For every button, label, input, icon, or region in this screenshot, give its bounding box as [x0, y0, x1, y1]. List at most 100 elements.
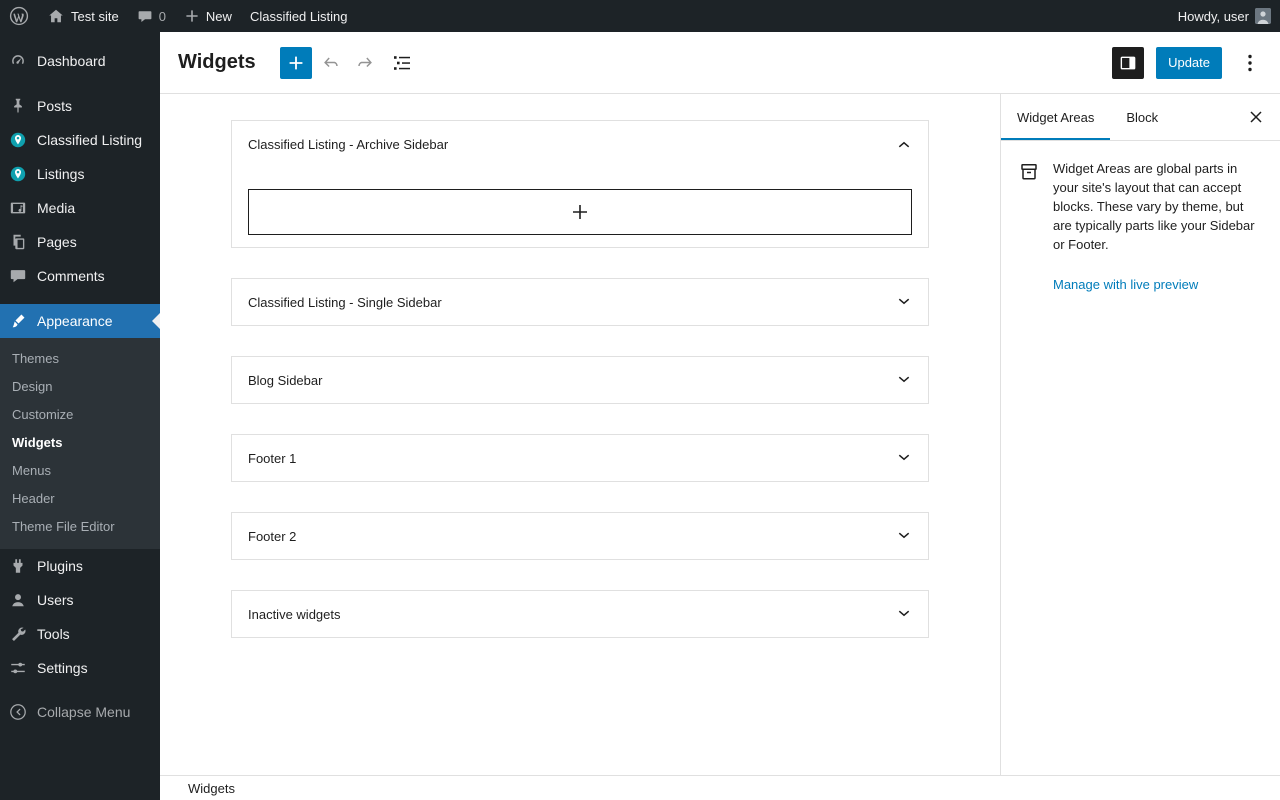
site-name-menu[interactable]: Test site — [38, 0, 128, 32]
admin-bar-right: Howdy, user — [1169, 0, 1280, 32]
menu-separator — [0, 293, 160, 304]
editor-main: Widgets — [160, 32, 1280, 800]
classified-listing-icon — [8, 130, 28, 150]
media-icon — [8, 198, 28, 218]
wp-logo-menu[interactable] — [0, 0, 38, 32]
settings-sidebar-toggle-button[interactable] — [1112, 47, 1144, 79]
list-view-icon — [390, 51, 414, 75]
settings-icon — [8, 658, 28, 678]
submenu-item-design[interactable]: Design — [0, 373, 160, 401]
sidebar-item-label: Plugins — [37, 558, 83, 574]
widget-area-title: Footer 2 — [248, 529, 296, 544]
sidebar-item-dashboard[interactable]: Dashboard — [0, 44, 160, 78]
widget-area-header[interactable]: Footer 2 — [232, 513, 928, 559]
sidebar-item-settings[interactable]: Settings — [0, 651, 160, 685]
inspector-tabs: Widget Areas Block — [1001, 94, 1280, 141]
editor-footer: Widgets — [160, 775, 1280, 800]
widget-area-icon — [1017, 159, 1041, 292]
sidebar-item-label: Appearance — [37, 313, 113, 329]
sidebar-item-tools[interactable]: Tools — [0, 617, 160, 651]
tools-icon — [8, 624, 28, 644]
redo-button[interactable] — [348, 45, 384, 81]
widget-area-title: Inactive widgets — [248, 607, 341, 622]
redo-icon — [354, 51, 378, 75]
comments-menu[interactable]: 0 — [128, 0, 175, 32]
submenu-item-header[interactable]: Header — [0, 485, 160, 513]
sidebar-item-label: Users — [37, 592, 74, 608]
manage-live-preview-link[interactable]: Manage with live preview — [1053, 277, 1198, 292]
submenu-item-widgets[interactable]: Widgets — [0, 429, 160, 457]
sidebar-item-media[interactable]: Media — [0, 191, 160, 225]
widget-area-header[interactable]: Classified Listing - Single Sidebar — [232, 279, 928, 325]
chevron-down-icon — [892, 368, 916, 392]
plus-icon — [285, 52, 307, 74]
collapse-menu-label: Collapse Menu — [37, 704, 130, 720]
sidebar-item-label: Media — [37, 200, 75, 216]
appearance-icon — [8, 311, 28, 331]
admin-bar: Test site 0 New Classified Listing Howdy… — [0, 0, 1280, 32]
chevron-up-icon — [892, 132, 916, 156]
comments-bubble-icon — [137, 8, 153, 24]
sidebar-item-label: Pages — [37, 234, 77, 250]
widget-area-title: Footer 1 — [248, 451, 296, 466]
list-view-button[interactable] — [384, 45, 420, 81]
collapse-arrow-icon — [8, 702, 28, 722]
widget-area-header[interactable]: Footer 1 — [232, 435, 928, 481]
sidebar-item-comments[interactable]: Comments — [0, 259, 160, 293]
admin-sidebar: Dashboard Posts Classified Listing Listi… — [0, 32, 160, 800]
avatar — [1255, 8, 1271, 24]
editor-toolbar: Widgets — [160, 32, 1280, 94]
sidebar-item-pages[interactable]: Pages — [0, 225, 160, 259]
admin-bar-left: Test site 0 New Classified Listing — [0, 0, 356, 32]
menu-separator — [0, 78, 160, 89]
new-label: New — [206, 9, 232, 24]
appearance-submenu: Themes Design Customize Widgets Menus He… — [0, 338, 160, 549]
chevron-down-icon — [892, 524, 916, 548]
widget-area-title: Classified Listing - Archive Sidebar — [248, 137, 448, 152]
update-button[interactable]: Update — [1156, 47, 1222, 79]
howdy-account-menu[interactable]: Howdy, user — [1169, 0, 1280, 32]
sidebar-item-classified-listing[interactable]: Classified Listing — [0, 123, 160, 157]
add-block-button[interactable] — [248, 189, 912, 235]
submenu-item-menus[interactable]: Menus — [0, 457, 160, 485]
chevron-down-icon — [892, 602, 916, 626]
tab-block[interactable]: Block — [1110, 94, 1174, 140]
sidebar-item-users[interactable]: Users — [0, 583, 160, 617]
sidebar-item-listings[interactable]: Listings — [0, 157, 160, 191]
close-icon — [1244, 105, 1268, 129]
widget-areas-description: Widget Areas are global parts in your si… — [1053, 159, 1264, 254]
tab-widget-areas[interactable]: Widget Areas — [1001, 94, 1110, 140]
widget-area-header[interactable]: Inactive widgets — [232, 591, 928, 637]
collapse-menu-button[interactable]: Collapse Menu — [0, 695, 160, 729]
widget-area-header[interactable]: Blog Sidebar — [232, 357, 928, 403]
sidebar-item-plugins[interactable]: Plugins — [0, 549, 160, 583]
close-settings-button[interactable] — [1240, 101, 1272, 133]
undo-button[interactable] — [312, 45, 348, 81]
pin-icon — [8, 96, 28, 116]
kebab-icon — [1238, 51, 1262, 75]
site-name-label: Test site — [71, 9, 119, 24]
sidebar-item-label: Comments — [37, 268, 105, 284]
comments-icon — [8, 266, 28, 286]
chevron-down-icon — [892, 290, 916, 314]
widget-area-panel: Footer 1 — [231, 434, 929, 482]
dashboard-icon — [8, 51, 28, 71]
submenu-item-themes[interactable]: Themes — [0, 345, 160, 373]
users-icon — [8, 590, 28, 610]
plus-icon — [568, 200, 592, 224]
widget-area-header[interactable]: Classified Listing - Archive Sidebar — [232, 121, 928, 167]
submenu-item-customize[interactable]: Customize — [0, 401, 160, 429]
inspector-text-column: Widget Areas are global parts in your si… — [1053, 159, 1264, 292]
options-menu-button[interactable] — [1232, 45, 1268, 81]
widget-area-panel: Inactive widgets — [231, 590, 929, 638]
new-content-menu[interactable]: New — [175, 0, 241, 32]
add-block-toolbar-button[interactable] — [280, 47, 312, 79]
widget-area-panel: Blog Sidebar — [231, 356, 929, 404]
sidebar-item-appearance[interactable]: Appearance — [0, 304, 160, 338]
breadcrumb[interactable]: Widgets — [188, 781, 235, 796]
classified-listing-adminbar-menu[interactable]: Classified Listing — [241, 0, 357, 32]
submenu-item-theme-file-editor[interactable]: Theme File Editor — [0, 513, 160, 541]
widget-area-title: Blog Sidebar — [248, 373, 322, 388]
sidebar-item-label: Tools — [37, 626, 70, 642]
sidebar-item-posts[interactable]: Posts — [0, 89, 160, 123]
